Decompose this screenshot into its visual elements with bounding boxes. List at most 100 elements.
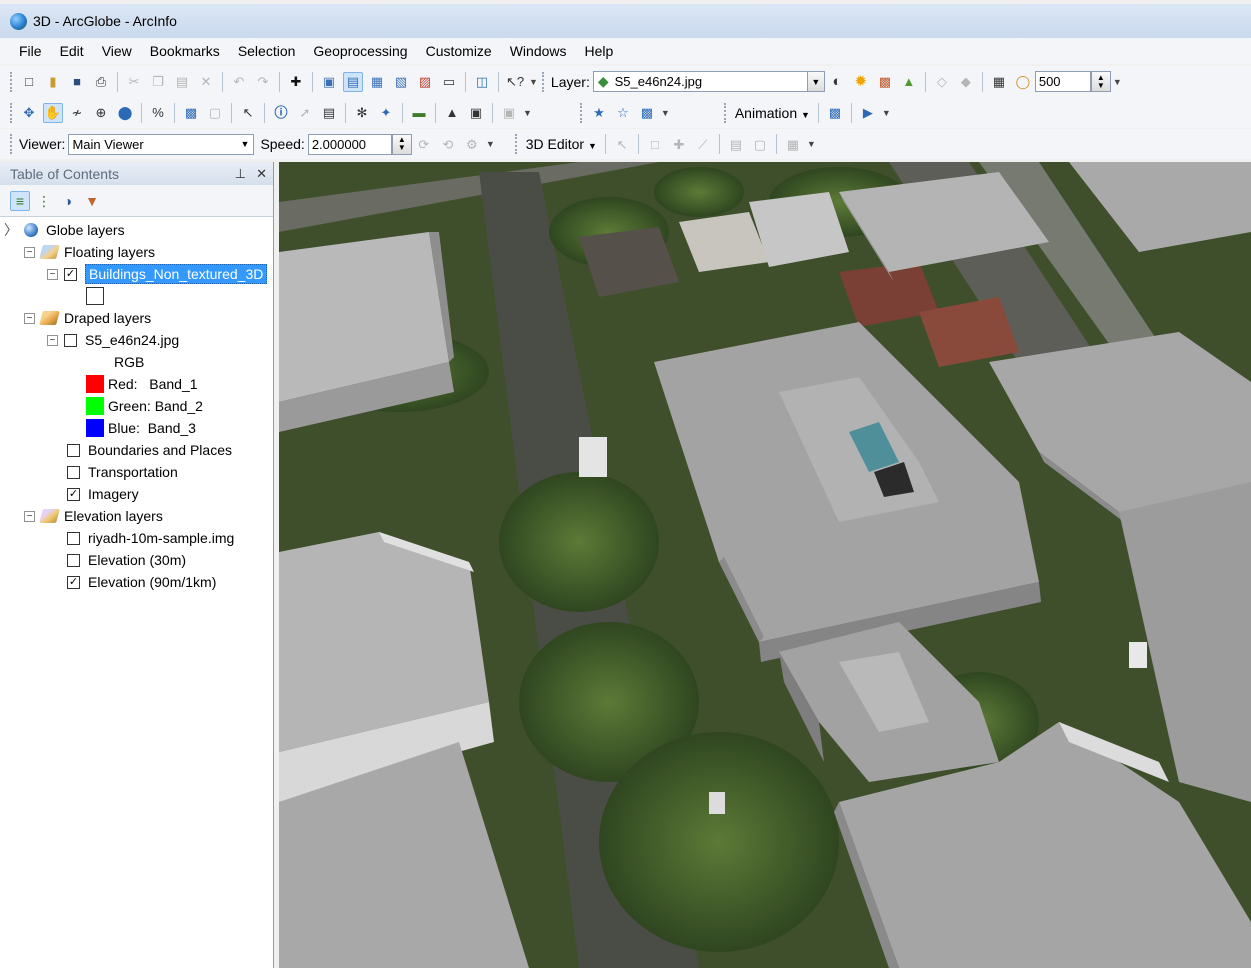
attributes-icon[interactable]: ▤ <box>726 134 746 154</box>
capture-view-icon[interactable]: ▩ <box>825 103 845 123</box>
tree-group-floating[interactable]: − Floating layers <box>24 241 155 263</box>
observer-icon[interactable]: ▲ <box>442 103 462 123</box>
whats-this-help-icon[interactable]: ↖? <box>505 72 525 92</box>
height-offset-input[interactable]: 500 <box>1034 71 1091 92</box>
tree-layer-imagery[interactable]: ✓ Imagery <box>67 483 139 505</box>
orbit-icon[interactable]: ⟳ <box>414 134 434 154</box>
paste-icon[interactable]: ▤ <box>172 72 192 92</box>
toolbar-options-chevron-icon[interactable]: ▼ <box>523 108 532 118</box>
toolbar-grip[interactable] <box>10 102 13 123</box>
kml-export-icon[interactable]: ★ <box>589 103 609 123</box>
menu-windows[interactable]: Windows <box>501 43 576 59</box>
edit-vertices-icon[interactable]: □ <box>645 134 665 154</box>
animation-menu-button[interactable]: Animation ▼ <box>735 105 810 121</box>
speed-input[interactable]: 2.000000 <box>307 133 392 155</box>
tree-layer-boundaries[interactable]: Boundaries and Places <box>67 439 232 461</box>
calculator-icon[interactable]: ▦ <box>989 72 1009 92</box>
layer-visibility-checkbox[interactable] <box>67 531 80 545</box>
3d-scene[interactable] <box>279 162 1251 968</box>
contrast-icon[interactable]: ◐ <box>827 72 847 92</box>
arctoolbox-icon[interactable]: ▨ <box>415 72 435 92</box>
full-extent-globe-icon[interactable]: ⬤ <box>115 103 135 123</box>
list-by-source-icon[interactable]: ⋮ <box>34 191 54 211</box>
redo-icon[interactable]: ↷ <box>253 72 273 92</box>
collapse-icon[interactable]: − <box>24 312 35 324</box>
toolbar-grip[interactable] <box>10 134 13 154</box>
chevron-down-icon[interactable]: ▼ <box>236 135 253 154</box>
search-window-icon[interactable]: ▧ <box>391 72 411 92</box>
toolbar-grip[interactable] <box>10 71 13 92</box>
create-features-icon[interactable]: ▦ <box>783 134 803 154</box>
chevron-down-icon[interactable]: ▼ <box>806 72 824 91</box>
toolbar-options-chevron-icon[interactable]: ▼ <box>661 108 670 118</box>
zoom-globe-icon[interactable]: ⚙ <box>462 134 482 154</box>
height-offset-icon[interactable]: ◯ <box>1013 72 1033 92</box>
collapse-icon[interactable]: − <box>47 268 58 280</box>
menu-view[interactable]: View <box>93 43 141 59</box>
zoom-percent-icon[interactable]: % <box>148 103 168 123</box>
tree-layer-elev90[interactable]: ✓ Elevation (90m/1km) <box>67 571 216 593</box>
collapse-icon[interactable]: − <box>47 334 58 346</box>
tree-layer-riyadh[interactable]: riyadh-10m-sample.img <box>67 527 234 549</box>
menu-customize[interactable]: Customize <box>417 43 501 59</box>
layer-visibility-checkbox[interactable] <box>64 333 77 347</box>
viewer-select[interactable]: Main Viewer ▼ <box>68 133 255 155</box>
shading-icon[interactable]: ◆ <box>956 72 976 92</box>
center-target-icon[interactable]: ⊕ <box>91 103 111 123</box>
layer-visibility-checkbox[interactable] <box>67 553 80 567</box>
layer-visibility-checkbox[interactable]: ✓ <box>67 575 80 589</box>
delete-icon[interactable]: ✕ <box>196 72 216 92</box>
catalog-window-icon[interactable]: ▦ <box>367 72 387 92</box>
undo-icon[interactable]: ↶ <box>229 72 249 92</box>
html-popup-icon[interactable]: ▤ <box>319 103 339 123</box>
line-icon[interactable]: ⟋ <box>693 134 713 154</box>
pan-hand-icon[interactable]: ✋ <box>43 102 63 123</box>
kml-xy-icon[interactable]: ☆ <box>613 103 633 123</box>
find-binoculars-icon[interactable]: ✻ <box>352 103 372 123</box>
clear-selection-icon[interactable]: ▢ <box>205 103 225 123</box>
list-by-drawing-order-icon[interactable]: ≡ <box>10 190 30 211</box>
print-icon[interactable]: ⎙ <box>91 72 111 92</box>
cut-icon[interactable]: ✂ <box>124 72 144 92</box>
pin-icon[interactable]: ⊥ <box>235 166 246 182</box>
layer-select[interactable]: ◆ S5_e46n24.jpg ▼ <box>592 71 825 92</box>
move-icon[interactable]: ✚ <box>669 134 689 154</box>
sketch-properties-icon[interactable]: ▢ <box>750 134 770 154</box>
menu-geoprocessing[interactable]: Geoprocessing <box>304 43 416 59</box>
menu-help[interactable]: Help <box>576 43 623 59</box>
tree-layer-elev30[interactable]: Elevation (30m) <box>67 549 186 571</box>
tree-group-elevation[interactable]: − Elevation layers <box>24 505 163 527</box>
add-data-icon[interactable]: ✚ <box>286 72 306 92</box>
layer-visibility-checkbox[interactable]: ✓ <box>64 267 77 281</box>
toolbar-grip[interactable] <box>541 71 545 92</box>
layer-properties-icon[interactable]: ▩ <box>875 72 895 92</box>
kml-layer-icon[interactable]: ▩ <box>637 103 657 123</box>
toolbar-options-chevron-icon[interactable]: ▼ <box>807 139 816 149</box>
layer-visibility-checkbox[interactable]: ✓ <box>67 487 80 501</box>
select-features-icon[interactable]: ▩ <box>181 103 201 123</box>
collapse-icon[interactable]: − <box>24 510 35 522</box>
layer-visibility-checkbox[interactable] <box>67 443 80 457</box>
tree-root[interactable]: 〉 Globe layers <box>4 219 125 241</box>
toolbar-options-chevron-icon[interactable]: ▼ <box>529 77 538 87</box>
menu-bookmarks[interactable]: Bookmarks <box>141 43 229 59</box>
toolbar-options-chevron-icon[interactable]: ▼ <box>486 139 495 149</box>
extrusion-icon[interactable]: ◇ <box>932 72 952 92</box>
select-elements-arrow-icon[interactable]: ↖ <box>238 103 258 123</box>
navigate-icon[interactable]: ✥ <box>19 103 39 123</box>
go-to-xy-icon[interactable]: ✦ <box>376 103 396 123</box>
tree-layer-transportation[interactable]: Transportation <box>67 461 178 483</box>
target-view-icon[interactable]: ▣ <box>466 103 486 123</box>
menu-file[interactable]: File <box>10 43 51 59</box>
menu-edit[interactable]: Edit <box>51 43 93 59</box>
toolbar-grip[interactable] <box>514 134 518 154</box>
terrain-icon[interactable]: ▲ <box>899 72 919 92</box>
list-by-selection-icon[interactable]: ▼ <box>82 191 102 211</box>
hyperlink-lightning-icon[interactable]: ➚ <box>295 103 315 123</box>
list-by-visibility-icon[interactable]: ◑ <box>58 191 78 211</box>
fly-icon[interactable]: ≁ <box>67 103 87 123</box>
model-builder-icon[interactable]: ◫ <box>472 72 492 92</box>
measure-ruler-icon[interactable]: ▬ <box>409 103 429 123</box>
height-offset-stepper[interactable]: ▲ ▼ <box>1090 71 1111 92</box>
buildings-layer-label[interactable]: Buildings_Non_textured_3D <box>85 264 268 284</box>
